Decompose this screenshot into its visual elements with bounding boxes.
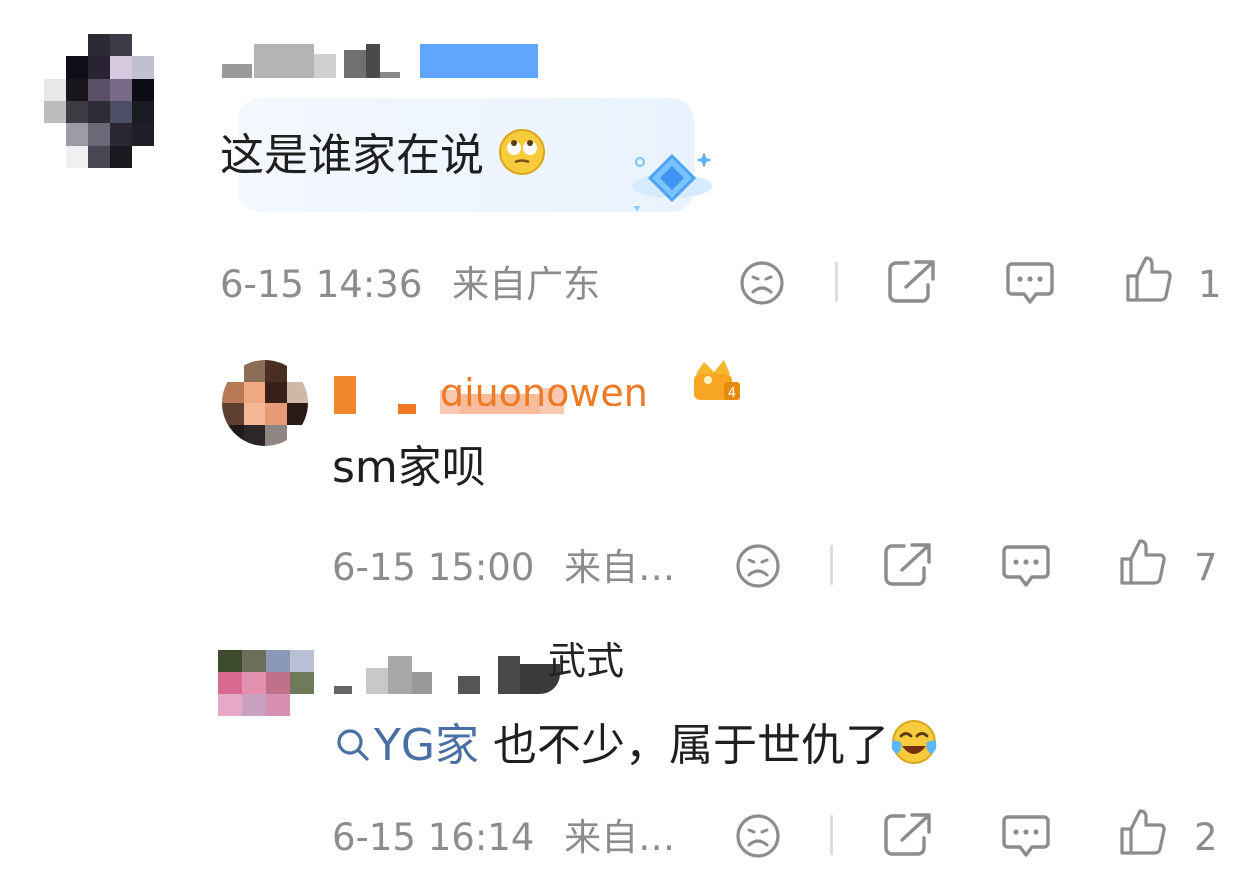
reply-button[interactable] — [1000, 811, 1052, 861]
like-button[interactable] — [1118, 537, 1168, 587]
share-button[interactable] — [882, 540, 934, 590]
rolling-eyes-emoji-icon — [499, 129, 545, 175]
crown-level-badge-icon: 4 — [694, 360, 740, 401]
avatar[interactable] — [218, 650, 314, 716]
username-redacted[interactable] — [334, 650, 560, 694]
comment-text: YG家 也不少，属于世仇了 — [334, 718, 939, 768]
location: 来自… — [564, 816, 676, 859]
dislike-button[interactable] — [738, 259, 786, 307]
dislike-button[interactable] — [734, 812, 782, 860]
avatar[interactable] — [44, 34, 176, 168]
tears-of-joy-emoji-icon — [891, 720, 937, 764]
comment-meta: 6-15 15:00 来自… — [332, 549, 675, 586]
divider — [830, 815, 833, 855]
like-count: 1 — [1198, 263, 1222, 306]
location: 来自广东 — [452, 263, 601, 306]
share-button[interactable] — [882, 810, 934, 860]
like-count: 2 — [1194, 816, 1218, 859]
like-count: 7 — [1194, 546, 1218, 589]
like-button[interactable] — [1118, 807, 1168, 857]
username-redacted[interactable] — [222, 42, 538, 78]
avatar[interactable] — [222, 360, 308, 446]
timestamp: 6-15 15:00 — [332, 546, 535, 589]
dislike-button[interactable] — [734, 542, 782, 590]
share-button[interactable] — [886, 257, 938, 307]
location: 来自… — [564, 546, 676, 589]
timestamp: 6-15 16:14 — [332, 816, 535, 859]
timestamp: 6-15 14:36 — [220, 263, 423, 306]
reply-button[interactable] — [1004, 258, 1056, 308]
comment-meta: 6-15 14:36 来自广东 — [220, 266, 600, 303]
reply-button[interactable] — [1000, 541, 1052, 591]
like-button[interactable] — [1124, 254, 1174, 304]
comment-text: sm家呗 — [332, 442, 486, 493]
username-visible-part[interactable]: gjuonowen — [440, 374, 648, 406]
search-icon — [337, 729, 369, 761]
username-visible-part[interactable]: 武式 — [548, 642, 624, 680]
divider — [830, 545, 833, 585]
svg-text:4: 4 — [728, 386, 736, 401]
divider — [835, 262, 838, 302]
comment-text: 这是谁家在说 — [220, 128, 546, 178]
topic-tag-link[interactable]: YG家 — [334, 720, 479, 771]
diamond-badge-icon — [632, 152, 712, 212]
comment-meta: 6-15 16:14 来自… — [332, 819, 675, 856]
